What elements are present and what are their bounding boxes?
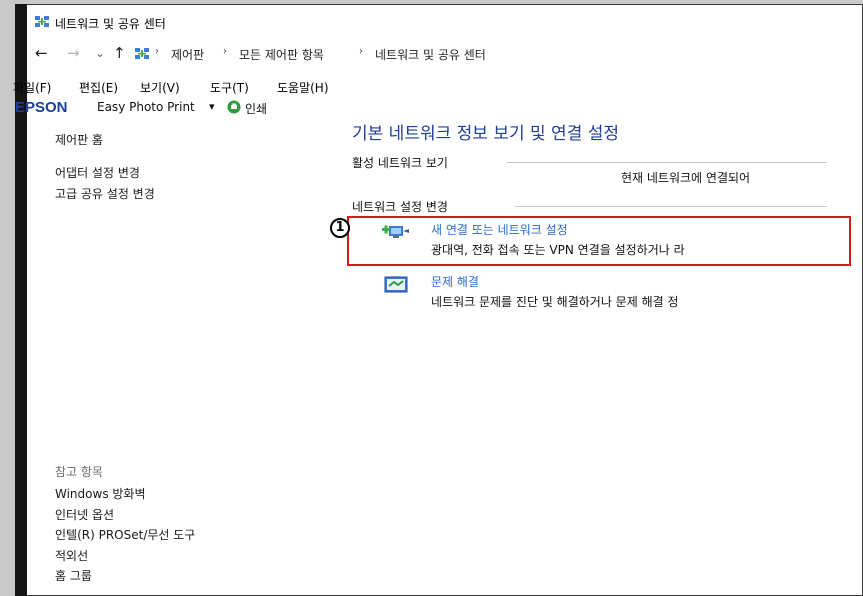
breadcrumb-network-center[interactable]: 네트워크 및 공유 센터 [375, 46, 486, 63]
address-bar: ← → ⌄ ↑ › 제어판 › 모든 제어판 항목 › 네트워크 및 공유 센터 [27, 43, 862, 65]
location-network-icon [135, 48, 149, 59]
window-title: 네트워크 및 공유 센터 [55, 17, 166, 31]
red-highlight-box [347, 216, 851, 266]
chevron-down-icon[interactable]: ▾ [209, 100, 215, 113]
advanced-sharing-settings-link[interactable]: 고급 공유 설정 변경 [55, 185, 155, 202]
title-bar: 네트워크 및 공유 센터 [27, 5, 862, 35]
see-also-heading: 참고 항목 [55, 465, 103, 479]
up-arrow-icon[interactable]: ↑ [113, 43, 126, 63]
troubleshoot-description: 네트워크 문제를 진단 및 해결하거나 문제 해결 정 [431, 295, 679, 309]
not-connected-status: 현재 네트워크에 연결되어 [621, 171, 751, 185]
control-panel-home-link[interactable]: 제어판 홈 [55, 131, 103, 148]
active-networks-heading: 활성 네트워크 보기 [352, 156, 448, 170]
menu-file[interactable]: 파일(F) [13, 79, 51, 96]
see-also-intel-proset[interactable]: 인텔(R) PROSet/무선 도구 [55, 526, 195, 543]
breadcrumb-all-items[interactable]: 모든 제어판 항목 [239, 46, 324, 63]
breadcrumb-separator: › [155, 46, 159, 57]
network-icon [35, 16, 49, 27]
print-icon [227, 100, 241, 114]
easy-photo-print-button[interactable]: Easy Photo Print [97, 100, 195, 114]
page-title: 기본 네트워크 정보 보기 및 연결 설정 [352, 124, 620, 144]
change-settings-heading: 네트워크 설정 변경 [352, 200, 448, 214]
menu-edit[interactable]: 편집(E) [79, 79, 118, 96]
forward-arrow-icon[interactable]: → [67, 43, 80, 63]
menu-help[interactable]: 도움말(H) [277, 79, 329, 96]
epson-logo: EPSON [15, 99, 68, 116]
menu-tools[interactable]: 도구(T) [210, 79, 249, 96]
recent-locations-icon[interactable]: ⌄ [95, 43, 105, 63]
see-also-internet-options[interactable]: 인터넷 옵션 [55, 506, 114, 523]
see-also-infrared[interactable]: 적외선 [55, 547, 88, 564]
change-adapter-settings-link[interactable]: 어댑터 설정 변경 [55, 164, 140, 181]
menu-view[interactable]: 보기(V) [140, 79, 180, 96]
print-button[interactable]: 인쇄 [245, 100, 267, 117]
breadcrumb-separator: › [359, 46, 363, 57]
back-arrow-icon[interactable]: ← [35, 43, 48, 63]
breadcrumb-control-panel[interactable]: 제어판 [171, 46, 204, 63]
screenshot-frame: 네트워크 및 공유 센터 ← → ⌄ ↑ › 제어판 › 모든 제어판 항목 ›… [0, 0, 863, 596]
see-also-homegroup[interactable]: 홈 그룹 [55, 567, 92, 584]
breadcrumb-separator: › [223, 46, 227, 57]
window-content: 네트워크 및 공유 센터 ← → ⌄ ↑ › 제어판 › 모든 제어판 항목 ›… [13, 4, 863, 596]
see-also-windows-firewall[interactable]: Windows 방화벽 [55, 485, 146, 502]
step-marker: 1 [330, 218, 350, 238]
section-divider [507, 162, 827, 163]
troubleshoot-link[interactable]: 문제 해결 [431, 273, 479, 290]
network-sharing-center-window: 네트워크 및 공유 센터 ← → ⌄ ↑ › 제어판 › 모든 제어판 항목 ›… [13, 4, 863, 596]
troubleshoot-icon[interactable] [384, 276, 408, 294]
section-divider [515, 206, 827, 207]
